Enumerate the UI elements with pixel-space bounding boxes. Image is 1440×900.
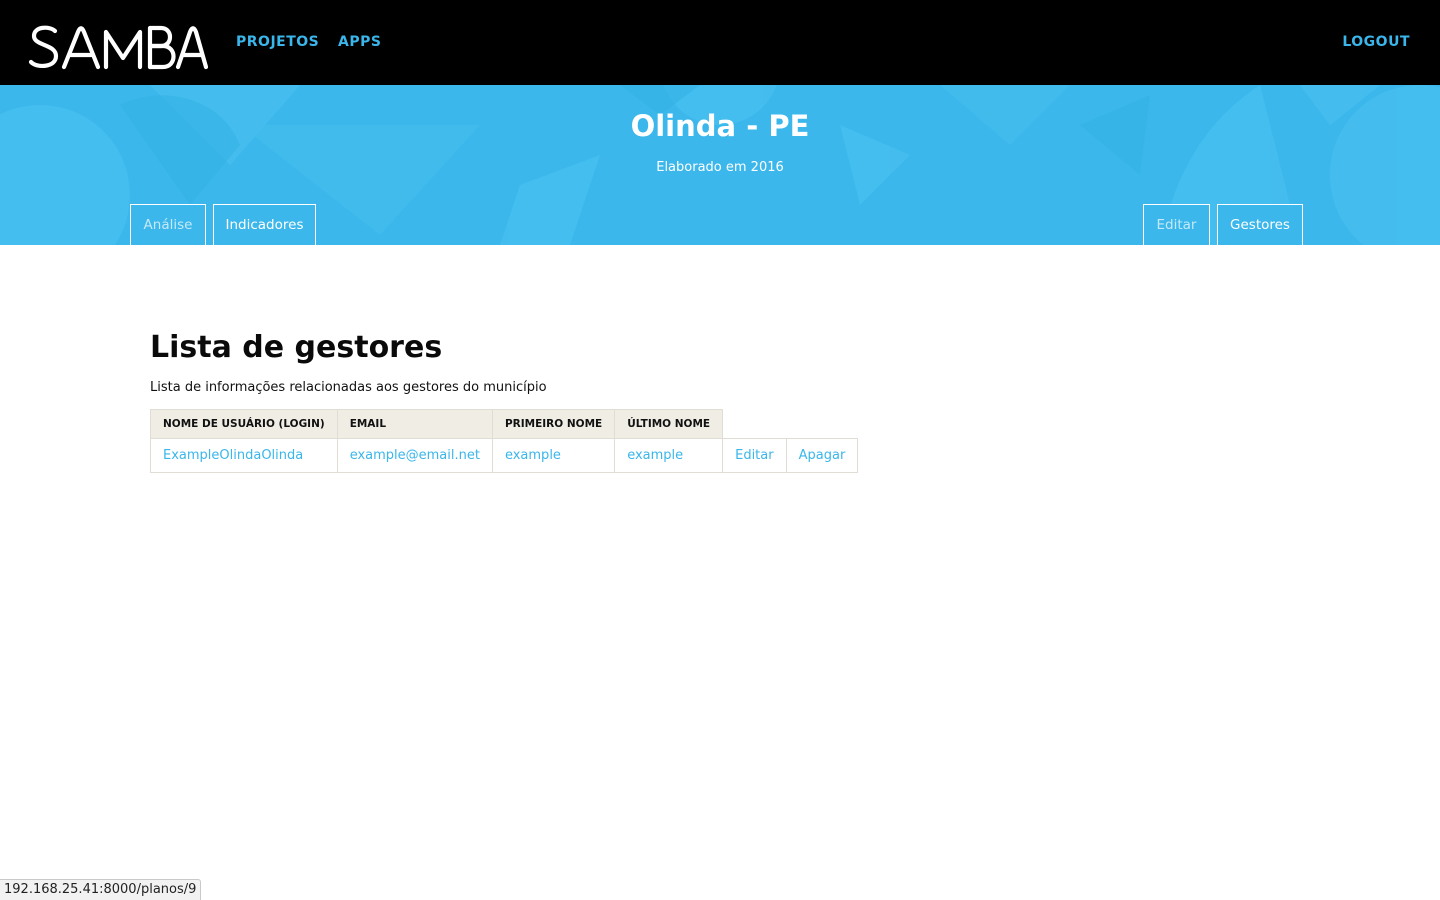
cell-edit: Editar	[722, 438, 787, 473]
column-header-first-name: PRIMEIRO NOME	[491, 409, 616, 439]
login-link[interactable]: ExampleOlindaOlinda	[163, 448, 303, 463]
samba-logo[interactable]	[28, 22, 208, 72]
cell-email: example@email.net	[336, 438, 493, 473]
page-title: Lista de gestores	[150, 330, 443, 365]
nav-projetos-link[interactable]: PROJETOS	[236, 34, 319, 50]
cell-delete: Apagar	[785, 438, 859, 473]
browser-status-url: 192.168.25.41:8000/planos/9	[0, 879, 202, 900]
cell-first-name: example	[491, 438, 616, 473]
project-subtitle: Elaborado em 2016	[656, 160, 784, 175]
first-name-link[interactable]: example	[505, 448, 561, 463]
page-description: Lista de informações relacionadas aos ge…	[150, 380, 547, 395]
column-header-login: NOME DE USUÁRIO (LOGIN)	[150, 409, 338, 439]
table-row: ExampleOlindaOlinda example@email.net ex…	[150, 438, 859, 473]
tab-gestores[interactable]: Gestores	[1217, 204, 1303, 245]
logout-link[interactable]: LOGOUT	[1342, 34, 1410, 50]
column-header-last-name: ÚLTIMO NOME	[614, 409, 724, 439]
delete-manager-link[interactable]: Apagar	[799, 448, 846, 463]
cell-login: ExampleOlindaOlinda	[150, 438, 338, 473]
nav-apps-link[interactable]: APPS	[338, 34, 381, 50]
tab-analise[interactable]: Análise	[130, 204, 206, 245]
column-header-edit-blank	[723, 410, 787, 439]
table-header-row: NOME DE USUÁRIO (LOGIN) EMAIL PRIMEIRO N…	[150, 409, 858, 439]
column-header-email: EMAIL	[336, 409, 493, 439]
edit-manager-link[interactable]: Editar	[735, 448, 774, 463]
project-banner: Olinda - PE Elaborado em 2016 Análise In…	[0, 85, 1440, 245]
tab-indicadores[interactable]: Indicadores	[213, 204, 316, 245]
tab-editar[interactable]: Editar	[1143, 204, 1210, 245]
last-name-link[interactable]: example	[627, 448, 683, 463]
column-header-delete-blank	[786, 410, 858, 439]
cell-last-name: example	[614, 438, 724, 473]
gestores-table: NOME DE USUÁRIO (LOGIN) EMAIL PRIMEIRO N…	[150, 409, 859, 473]
project-title: Olinda - PE	[630, 109, 810, 143]
email-link[interactable]: example@email.net	[350, 448, 480, 463]
top-navbar: PROJETOS APPS LOGOUT	[0, 0, 1440, 85]
